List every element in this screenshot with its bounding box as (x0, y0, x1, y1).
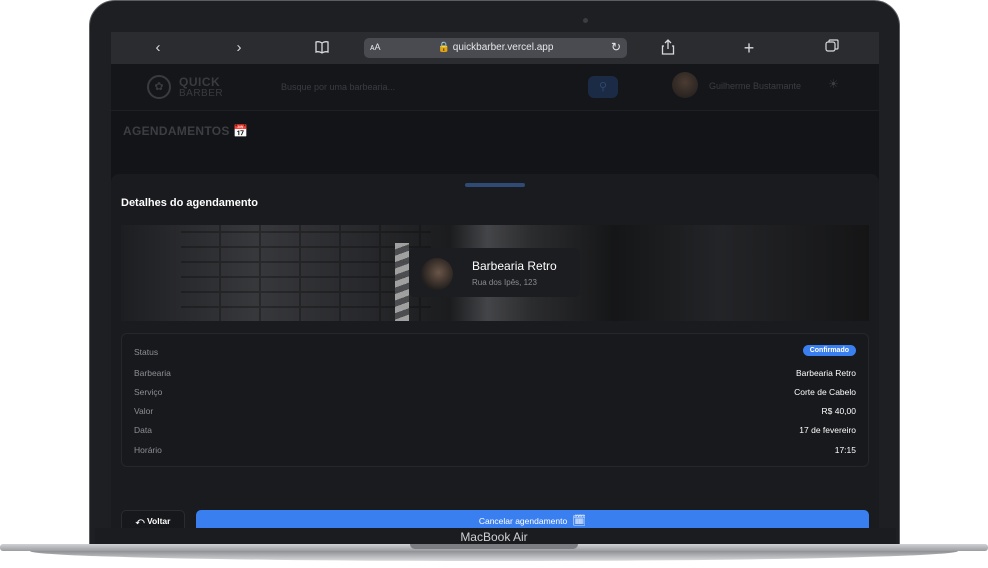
status-badge: Confirmado (802, 345, 856, 356)
logo-subtext: BARBER (179, 88, 224, 99)
site-header: ✿ QUICK BARBER Busque por uma barbearia.… (111, 64, 879, 111)
search-input[interactable]: Busque por uma barbearia... (274, 75, 574, 99)
sheet-handle[interactable] (465, 183, 525, 187)
cancel-appointment-button[interactable]: Cancelar agendamento 🗓 (196, 510, 869, 528)
camera-dot (583, 18, 588, 23)
share-icon[interactable] (659, 39, 677, 57)
barbershop-name: Barbearia Retro (472, 259, 557, 273)
reload-icon[interactable]: ↻ (611, 40, 621, 54)
detail-row-service: Serviço Corte de Cabelo (134, 387, 856, 397)
lock-icon: 🔒 (437, 42, 451, 53)
barber-pole-image (395, 243, 409, 321)
new-tab-icon[interactable]: + (740, 39, 758, 57)
bookmarks-icon[interactable] (313, 39, 331, 57)
avatar[interactable] (672, 72, 698, 98)
forward-icon[interactable]: › (230, 39, 248, 57)
detail-row-time: Horário 17:15 (134, 445, 856, 455)
web-page: ✿ QUICK BARBER Busque por uma barbearia.… (111, 64, 879, 528)
browser-toolbar: ‹ › ᴀA 🔒 quickbarber.vercel.app ↻ + (111, 32, 879, 64)
appointment-details-sheet: Detalhes do agendamento Barbearia Retro … (111, 174, 879, 528)
brick-wall-image (181, 225, 431, 321)
barbershop-card: Barbearia Retro Rua dos Ipês, 123 (409, 248, 580, 297)
back-button[interactable]: ⤺ Voltar (121, 510, 185, 528)
logo[interactable]: ✿ QUICK BARBER (147, 74, 227, 102)
back-icon[interactable]: ‹ (149, 39, 167, 57)
page-title: AGENDAMENTOS 📅 (123, 124, 249, 138)
address-bar[interactable]: ᴀA 🔒 quickbarber.vercel.app ↻ (364, 38, 627, 58)
search-icon: ⚲ (598, 81, 608, 93)
barbershop-avatar (421, 258, 453, 290)
barber-pole-icon: ✿ (147, 75, 171, 99)
calendar-x-icon: 🗓 (572, 515, 587, 528)
url-text: quickbarber.vercel.app (452, 42, 554, 53)
detail-row-price: Valor R$ 40,00 (134, 406, 856, 416)
logo-text: QUICK (179, 75, 221, 89)
sheet-title: Detalhes do agendamento (121, 197, 258, 209)
search-button[interactable]: ⚲ (588, 76, 618, 98)
return-arrow-icon: ⤺ (135, 516, 145, 526)
screen: ‹ › ᴀA 🔒 quickbarber.vercel.app ↻ + ✿ QU… (111, 32, 879, 528)
laptop-base (0, 544, 988, 568)
device-label: MacBook Air (460, 530, 528, 544)
detail-row-date: Data 17 de fevereiro (134, 425, 856, 435)
barbershop-banner: Barbearia Retro Rua dos Ipês, 123 (121, 225, 869, 321)
sun-icon[interactable]: ☀ (828, 77, 839, 91)
detail-row-barbershop: Barbearia Barbearia Retro (134, 368, 856, 378)
tabs-icon[interactable] (823, 39, 841, 57)
details-card: Status Confirmado Barbearia Barbearia Re… (121, 333, 869, 467)
user-name: Guilherme Bustamante (709, 81, 802, 91)
barbershop-address: Rua dos Ipês, 123 (472, 278, 537, 287)
detail-row-status: Status Confirmado (134, 345, 856, 359)
calendar-icon: 📅 (233, 124, 249, 138)
